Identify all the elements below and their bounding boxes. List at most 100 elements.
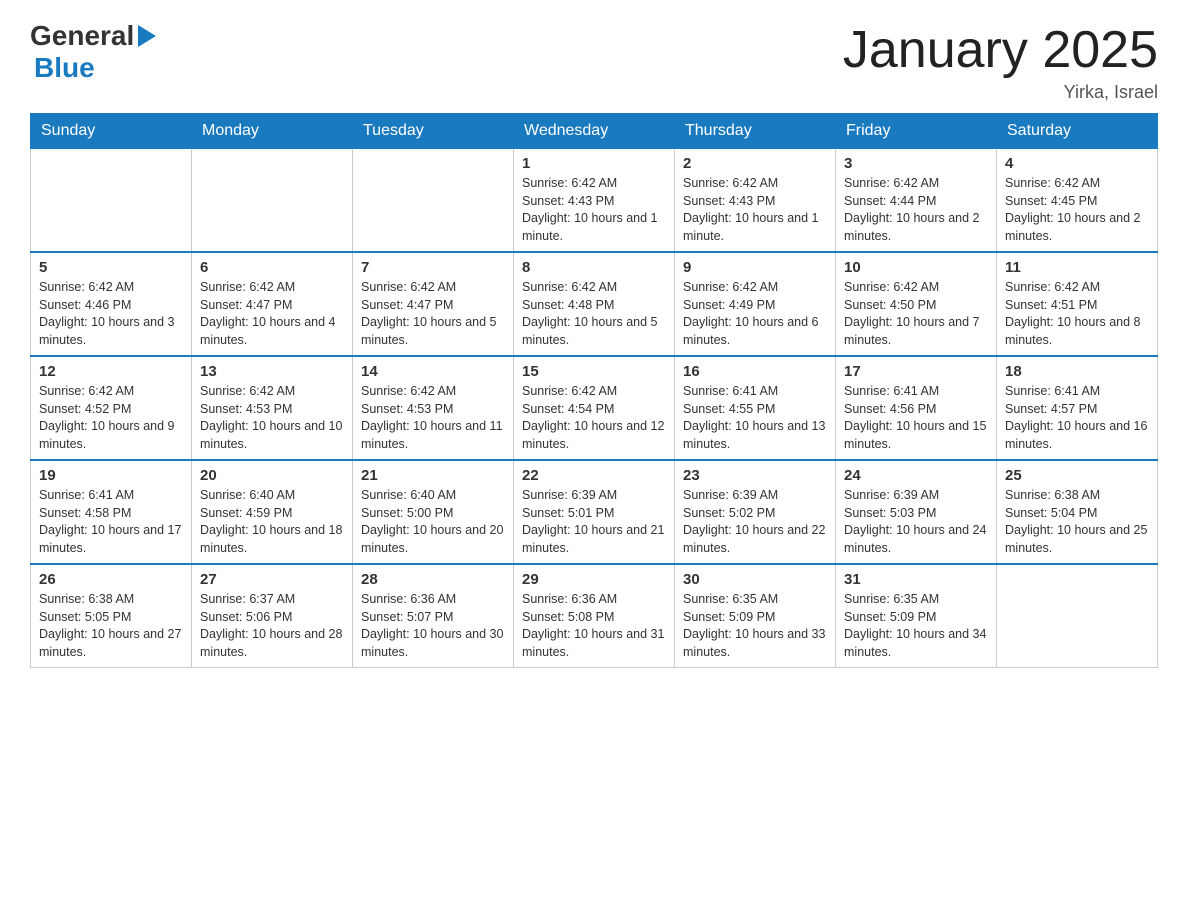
- day-number: 27: [200, 571, 344, 588]
- calendar-day-header: Sunday: [31, 114, 192, 149]
- day-info: Sunrise: 6:35 AM Sunset: 5:09 PM Dayligh…: [683, 591, 827, 661]
- day-number: 3: [844, 155, 988, 172]
- calendar-day-cell: 5 Sunrise: 6:42 AM Sunset: 4:46 PM Daylig…: [31, 252, 192, 356]
- day-info: Sunrise: 6:42 AM Sunset: 4:49 PM Dayligh…: [683, 279, 827, 349]
- day-info: Sunrise: 6:42 AM Sunset: 4:52 PM Dayligh…: [39, 383, 183, 453]
- day-number: 20: [200, 467, 344, 484]
- day-info: Sunrise: 6:39 AM Sunset: 5:03 PM Dayligh…: [844, 487, 988, 557]
- calendar-day-cell: 7 Sunrise: 6:42 AM Sunset: 4:47 PM Daylig…: [353, 252, 514, 356]
- calendar-day-cell: 11 Sunrise: 6:42 AM Sunset: 4:51 PM Dayli…: [997, 252, 1158, 356]
- calendar-day-header: Thursday: [675, 114, 836, 149]
- calendar-day-cell: 20 Sunrise: 6:40 AM Sunset: 4:59 PM Dayli…: [192, 460, 353, 564]
- calendar-day-cell: [353, 149, 514, 253]
- calendar-day-cell: 10 Sunrise: 6:42 AM Sunset: 4:50 PM Dayli…: [836, 252, 997, 356]
- calendar-day-cell: 18 Sunrise: 6:41 AM Sunset: 4:57 PM Dayli…: [997, 356, 1158, 460]
- day-info: Sunrise: 6:42 AM Sunset: 4:54 PM Dayligh…: [522, 383, 666, 453]
- calendar-week-row: 26 Sunrise: 6:38 AM Sunset: 5:05 PM Dayli…: [31, 564, 1158, 668]
- calendar-day-cell: 31Sunrise: 6:35 AM Sunset: 5:09 PM Dayli…: [836, 564, 997, 668]
- calendar-day-cell: 15 Sunrise: 6:42 AM Sunset: 4:54 PM Dayli…: [514, 356, 675, 460]
- day-info: Sunrise: 6:35 AM Sunset: 5:09 PM Dayligh…: [844, 591, 988, 661]
- calendar-day-cell: 27 Sunrise: 6:37 AM Sunset: 5:06 PM Dayli…: [192, 564, 353, 668]
- calendar-day-header: Saturday: [997, 114, 1158, 149]
- calendar-header-row: SundayMondayTuesdayWednesdayThursdayFrid…: [31, 114, 1158, 149]
- calendar-day-cell: 23 Sunrise: 6:39 AM Sunset: 5:02 PM Dayli…: [675, 460, 836, 564]
- calendar-day-cell: [192, 149, 353, 253]
- calendar-day-cell: 8Sunrise: 6:42 AM Sunset: 4:48 PM Daylig…: [514, 252, 675, 356]
- day-number: 15: [522, 363, 666, 380]
- calendar-week-row: 1 Sunrise: 6:42 AM Sunset: 4:43 PM Daylig…: [31, 149, 1158, 253]
- calendar-day-header: Monday: [192, 114, 353, 149]
- day-number: 19: [39, 467, 183, 484]
- day-info: Sunrise: 6:42 AM Sunset: 4:43 PM Dayligh…: [522, 175, 666, 245]
- day-number: 22: [522, 467, 666, 484]
- calendar-week-row: 12Sunrise: 6:42 AM Sunset: 4:52 PM Dayli…: [31, 356, 1158, 460]
- calendar-day-cell: 17 Sunrise: 6:41 AM Sunset: 4:56 PM Dayli…: [836, 356, 997, 460]
- day-number: 1: [522, 155, 666, 172]
- calendar-day-header: Wednesday: [514, 114, 675, 149]
- day-info: Sunrise: 6:36 AM Sunset: 5:08 PM Dayligh…: [522, 591, 666, 661]
- day-info: Sunrise: 6:41 AM Sunset: 4:55 PM Dayligh…: [683, 383, 827, 453]
- day-info: Sunrise: 6:42 AM Sunset: 4:43 PM Dayligh…: [683, 175, 827, 245]
- day-info: Sunrise: 6:38 AM Sunset: 5:05 PM Dayligh…: [39, 591, 183, 661]
- day-info: Sunrise: 6:42 AM Sunset: 4:51 PM Dayligh…: [1005, 279, 1149, 349]
- day-number: 16: [683, 363, 827, 380]
- calendar-day-cell: 28 Sunrise: 6:36 AM Sunset: 5:07 PM Dayli…: [353, 564, 514, 668]
- day-info: Sunrise: 6:42 AM Sunset: 4:53 PM Dayligh…: [361, 383, 505, 453]
- page-header: General Blue January 2025 Yirka, Israel: [30, 20, 1158, 103]
- day-number: 4: [1005, 155, 1149, 172]
- location: Yirka, Israel: [843, 82, 1158, 103]
- logo-blue-text: Blue: [34, 52, 95, 84]
- calendar-day-header: Tuesday: [353, 114, 514, 149]
- day-number: 24: [844, 467, 988, 484]
- day-number: 18: [1005, 363, 1149, 380]
- day-info: Sunrise: 6:38 AM Sunset: 5:04 PM Dayligh…: [1005, 487, 1149, 557]
- calendar-day-cell: [31, 149, 192, 253]
- day-number: 9: [683, 259, 827, 276]
- calendar-day-cell: 24 Sunrise: 6:39 AM Sunset: 5:03 PM Dayli…: [836, 460, 997, 564]
- day-info: Sunrise: 6:40 AM Sunset: 4:59 PM Dayligh…: [200, 487, 344, 557]
- day-info: Sunrise: 6:41 AM Sunset: 4:56 PM Dayligh…: [844, 383, 988, 453]
- day-number: 10: [844, 259, 988, 276]
- logo-general-text: General: [30, 20, 134, 52]
- calendar-day-cell: 12Sunrise: 6:42 AM Sunset: 4:52 PM Dayli…: [31, 356, 192, 460]
- day-number: 5: [39, 259, 183, 276]
- calendar-day-cell: 6Sunrise: 6:42 AM Sunset: 4:47 PM Daylig…: [192, 252, 353, 356]
- calendar-day-cell: 30 Sunrise: 6:35 AM Sunset: 5:09 PM Dayli…: [675, 564, 836, 668]
- day-number: 13: [200, 363, 344, 380]
- calendar-day-cell: 25Sunrise: 6:38 AM Sunset: 5:04 PM Dayli…: [997, 460, 1158, 564]
- day-info: Sunrise: 6:42 AM Sunset: 4:50 PM Dayligh…: [844, 279, 988, 349]
- day-number: 26: [39, 571, 183, 588]
- calendar-day-cell: 29 Sunrise: 6:36 AM Sunset: 5:08 PM Dayli…: [514, 564, 675, 668]
- day-number: 11: [1005, 259, 1149, 276]
- calendar-week-row: 5 Sunrise: 6:42 AM Sunset: 4:46 PM Daylig…: [31, 252, 1158, 356]
- day-number: 7: [361, 259, 505, 276]
- calendar-day-cell: 3Sunrise: 6:42 AM Sunset: 4:44 PM Daylig…: [836, 149, 997, 253]
- day-info: Sunrise: 6:39 AM Sunset: 5:02 PM Dayligh…: [683, 487, 827, 557]
- day-info: Sunrise: 6:40 AM Sunset: 5:00 PM Dayligh…: [361, 487, 505, 557]
- month-title: January 2025: [843, 20, 1158, 80]
- day-info: Sunrise: 6:37 AM Sunset: 5:06 PM Dayligh…: [200, 591, 344, 661]
- calendar-day-cell: [997, 564, 1158, 668]
- day-info: Sunrise: 6:42 AM Sunset: 4:47 PM Dayligh…: [361, 279, 505, 349]
- logo: General Blue: [30, 20, 156, 84]
- calendar-day-cell: 13Sunrise: 6:42 AM Sunset: 4:53 PM Dayli…: [192, 356, 353, 460]
- calendar-week-row: 19 Sunrise: 6:41 AM Sunset: 4:58 PM Dayli…: [31, 460, 1158, 564]
- calendar-day-header: Friday: [836, 114, 997, 149]
- day-info: Sunrise: 6:36 AM Sunset: 5:07 PM Dayligh…: [361, 591, 505, 661]
- day-number: 30: [683, 571, 827, 588]
- calendar-day-cell: 14Sunrise: 6:42 AM Sunset: 4:53 PM Dayli…: [353, 356, 514, 460]
- day-number: 8: [522, 259, 666, 276]
- calendar-day-cell: 21Sunrise: 6:40 AM Sunset: 5:00 PM Dayli…: [353, 460, 514, 564]
- calendar-table: SundayMondayTuesdayWednesdayThursdayFrid…: [30, 113, 1158, 668]
- day-number: 2: [683, 155, 827, 172]
- day-number: 29: [522, 571, 666, 588]
- day-number: 17: [844, 363, 988, 380]
- day-number: 23: [683, 467, 827, 484]
- calendar-day-cell: 4Sunrise: 6:42 AM Sunset: 4:45 PM Daylig…: [997, 149, 1158, 253]
- day-info: Sunrise: 6:42 AM Sunset: 4:46 PM Dayligh…: [39, 279, 183, 349]
- day-info: Sunrise: 6:41 AM Sunset: 4:57 PM Dayligh…: [1005, 383, 1149, 453]
- calendar-day-cell: 22Sunrise: 6:39 AM Sunset: 5:01 PM Dayli…: [514, 460, 675, 564]
- day-number: 28: [361, 571, 505, 588]
- day-info: Sunrise: 6:41 AM Sunset: 4:58 PM Dayligh…: [39, 487, 183, 557]
- calendar-day-cell: 2 Sunrise: 6:42 AM Sunset: 4:43 PM Daylig…: [675, 149, 836, 253]
